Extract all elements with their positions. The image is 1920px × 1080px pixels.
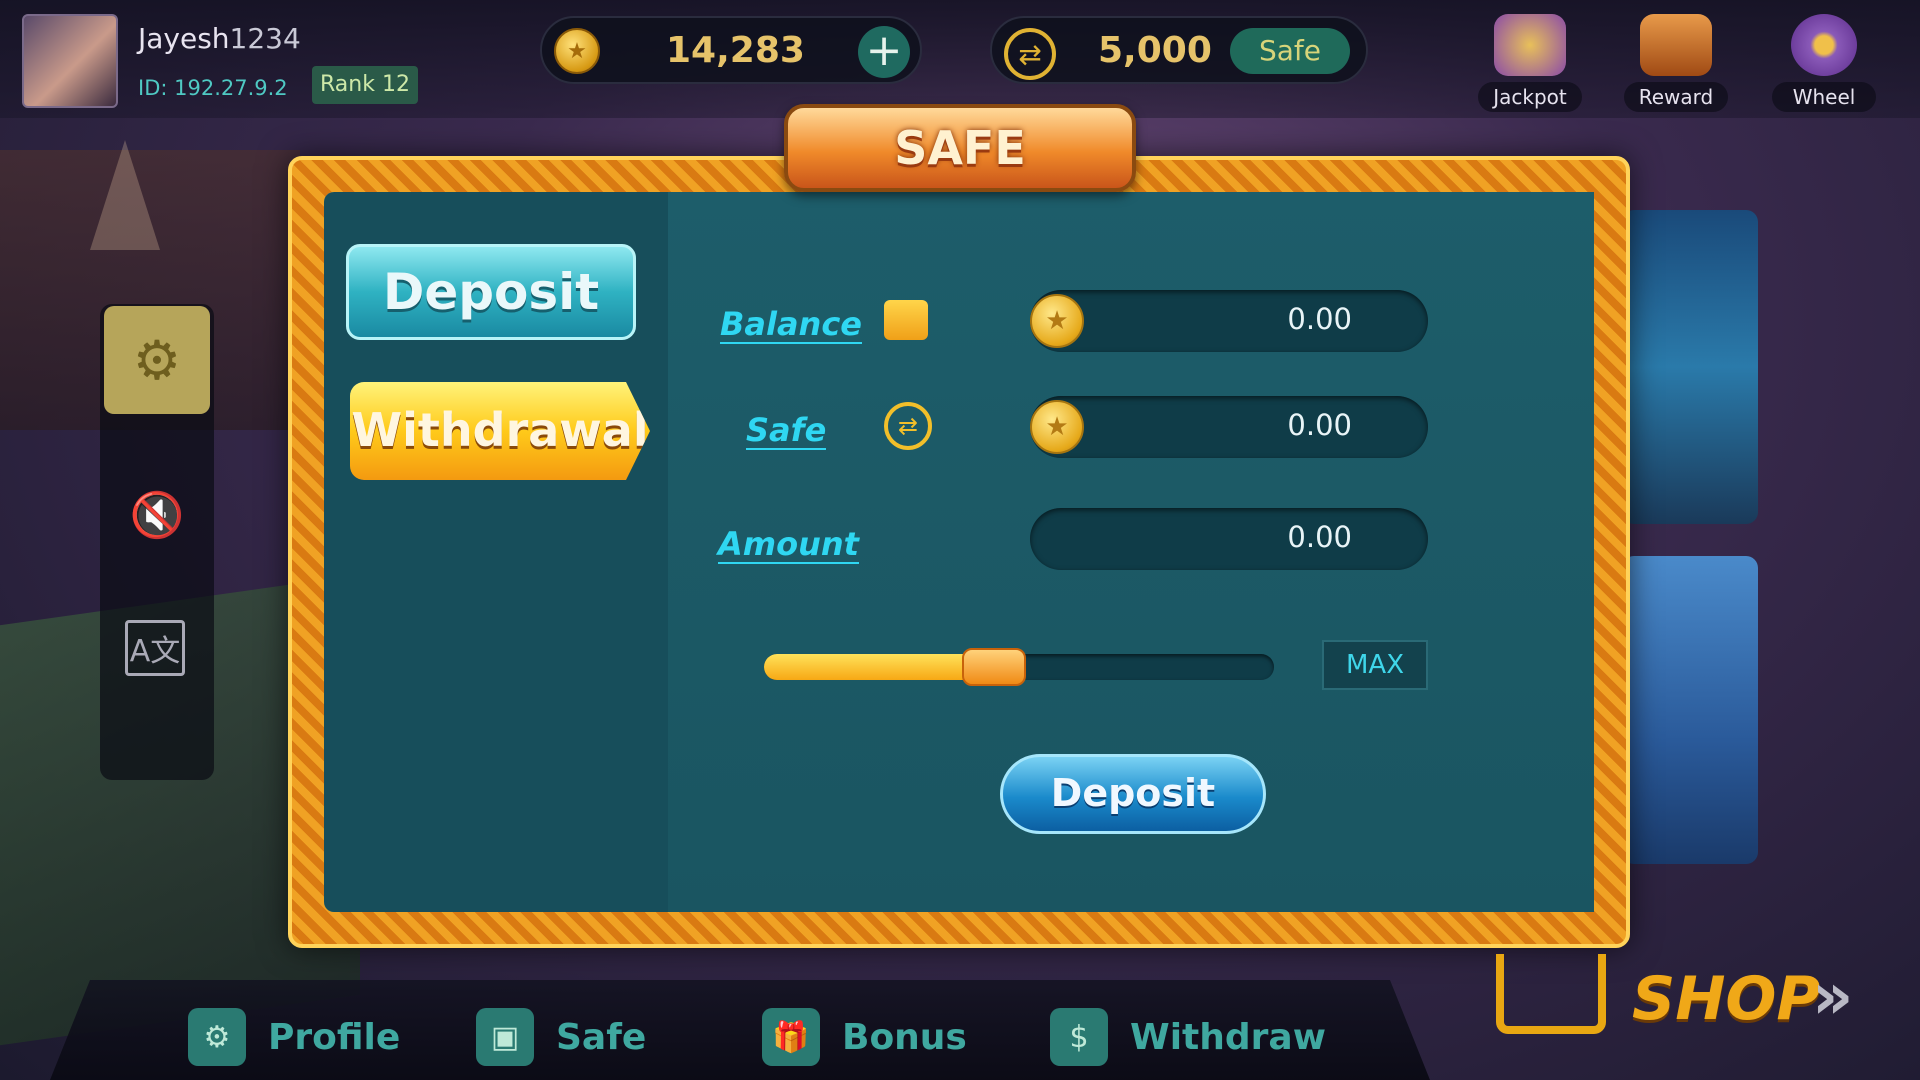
nav-bonus[interactable]: 🎁 Bonus xyxy=(762,1002,967,1072)
mute-icon[interactable]: 🔇 xyxy=(125,484,189,548)
safe-icon: ▣ xyxy=(476,1008,534,1066)
coin-balance-pill: ★ 14,283 + xyxy=(540,16,922,84)
nav-withdraw[interactable]: $ Withdraw xyxy=(1050,1002,1326,1072)
add-coins-button[interactable]: + xyxy=(858,26,910,78)
shop-button[interactable]: SHOP » xyxy=(1496,944,1896,1074)
cart-icon xyxy=(1496,954,1606,1034)
slider-thumb[interactable] xyxy=(961,648,1026,686)
shop-label: SHOP xyxy=(1632,964,1821,1034)
coin-icon: ★ xyxy=(554,28,600,74)
translate-icon[interactable]: A文 xyxy=(125,620,185,676)
balance-value: 0.00 xyxy=(1287,302,1352,336)
balance-label: Balance xyxy=(720,305,862,344)
top-bar: Jayesh1234 ID: 192.27.9.2 Rank 12 ★ 14,2… xyxy=(0,0,1920,118)
wheel-icon xyxy=(1791,14,1857,76)
safe-value: 0.00 xyxy=(1287,408,1352,442)
wallet-icon xyxy=(884,300,928,340)
max-button[interactable]: MAX xyxy=(1322,640,1428,690)
nav-profile-label: Profile xyxy=(268,1016,401,1058)
jackpot-label: Jackpot xyxy=(1478,82,1582,112)
wheel-button[interactable]: Wheel xyxy=(1764,14,1884,118)
treasure-chest-icon xyxy=(1640,14,1712,76)
nav-withdraw-label: Withdraw xyxy=(1130,1016,1326,1058)
deposit-submit-button[interactable]: Deposit xyxy=(1000,754,1266,834)
avatar[interactable] xyxy=(22,14,118,108)
reward-button[interactable]: Reward xyxy=(1616,14,1736,118)
balance-field: ★ 0.00 xyxy=(1030,290,1428,352)
chevron-right-icon: » xyxy=(1812,960,1854,1034)
jackpot-button[interactable]: Jackpot xyxy=(1470,14,1590,118)
safe-label: Safe xyxy=(746,411,827,450)
profile-gear-icon: ⚙ xyxy=(188,1008,246,1066)
dialog-title-plate: SAFE xyxy=(784,104,1136,192)
user-id: ID: 192.27.9.2 xyxy=(138,76,288,100)
safe-button[interactable]: Safe xyxy=(1230,28,1350,74)
background-lamp xyxy=(90,140,160,250)
jackpot-icon xyxy=(1494,14,1566,76)
tab-deposit[interactable]: Deposit xyxy=(346,244,636,340)
nav-profile[interactable]: ⚙ Profile xyxy=(188,1002,400,1072)
game-tile-fish[interactable] xyxy=(1622,556,1758,864)
amount-value: 0.00 xyxy=(1287,520,1352,554)
coin-balance: 14,283 xyxy=(666,30,805,71)
coin-icon: ★ xyxy=(1030,294,1084,348)
slider-fill xyxy=(764,654,994,680)
safe-balance: 5,000 xyxy=(1098,30,1212,71)
nav-bonus-label: Bonus xyxy=(842,1016,967,1058)
nav-safe-label: Safe xyxy=(556,1016,647,1058)
safe-field: ★ 0.00 xyxy=(1030,396,1428,458)
transfer-icon: ⇄ xyxy=(884,402,932,450)
gear-icon[interactable]: ⚙ xyxy=(104,306,210,414)
reward-label: Reward xyxy=(1624,82,1728,112)
coin-icon: ★ xyxy=(1030,400,1084,454)
nav-safe[interactable]: ▣ Safe xyxy=(476,1002,646,1072)
wheel-label: Wheel xyxy=(1772,82,1876,112)
transfer-icon: ⇄ xyxy=(1004,28,1056,80)
amount-label: Amount xyxy=(718,525,859,564)
tab-withdrawal[interactable]: Withdrawal xyxy=(350,382,650,480)
amount-slider[interactable] xyxy=(764,648,1274,686)
safe-balance-pill: ⇄ 5,000 Safe xyxy=(990,16,1368,84)
money-bag-icon: $ xyxy=(1050,1008,1108,1066)
dialog-title: SAFE xyxy=(894,121,1026,175)
username: Jayesh1234 xyxy=(138,22,301,55)
side-menu: ⚙ 🔇 A文 xyxy=(100,304,214,780)
amount-field[interactable]: 0.00 xyxy=(1030,508,1428,570)
game-tile-shark[interactable] xyxy=(1622,210,1758,524)
rank-badge: Rank 12 xyxy=(312,66,418,104)
gift-icon: 🎁 xyxy=(762,1008,820,1066)
